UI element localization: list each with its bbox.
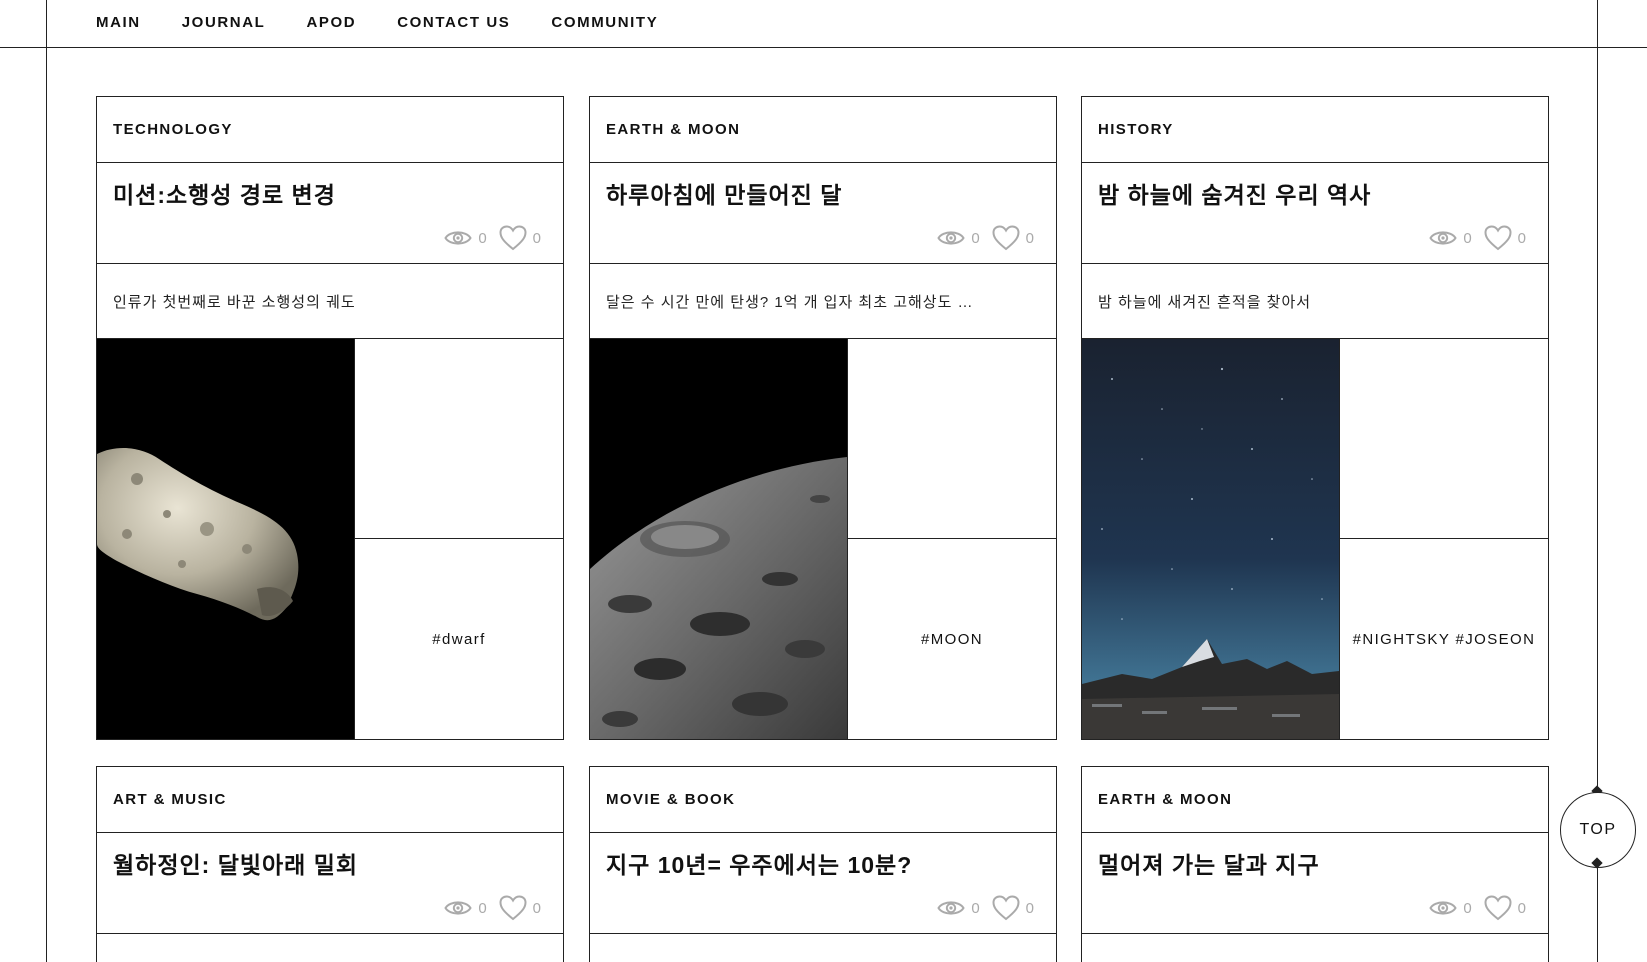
heart-icon[interactable] xyxy=(1484,895,1512,921)
card-category: EARTH & MOON xyxy=(590,97,1056,163)
card-category: HISTORY xyxy=(1082,97,1548,163)
like-count: 0 xyxy=(532,229,541,247)
card-side-panel: #dwarf xyxy=(354,339,563,739)
heart-icon[interactable] xyxy=(499,225,527,251)
like-count: 0 xyxy=(532,899,541,917)
card-media: #NIGHTSKY #JOSEON xyxy=(1082,339,1548,739)
article-card[interactable]: TECHNOLOGY 미션:소행성 경로 변경 0 0 인류가 첫번째로 바꾼 … xyxy=(96,96,564,740)
card-title-box: 밤 하늘에 숨겨진 우리 역사 0 0 xyxy=(1082,163,1548,264)
article-card[interactable]: HISTORY 밤 하늘에 숨겨진 우리 역사 0 0 밤 하늘에 새겨진 흔적… xyxy=(1081,96,1549,740)
card-side-panel: #MOON xyxy=(847,339,1056,739)
card-tag[interactable]: #MOON xyxy=(848,539,1056,739)
card-title-box: 지구 10년= 우주에서는 10분? 0 0 xyxy=(590,833,1056,934)
asteroid-image[interactable] xyxy=(97,339,354,739)
heart-icon[interactable] xyxy=(1484,225,1512,251)
card-stats: 0 0 xyxy=(937,225,1040,251)
view-count: 0 xyxy=(478,899,487,917)
card-stats: 0 0 xyxy=(1429,895,1532,921)
card-description: 밤 하늘에 새겨진 흔적을 찾아서 xyxy=(1082,264,1548,339)
view-count: 0 xyxy=(1463,229,1472,247)
view-count: 0 xyxy=(971,899,980,917)
article-card[interactable]: MOVIE & BOOK 지구 10년= 우주에서는 10분? 0 0 xyxy=(589,766,1057,962)
view-count: 0 xyxy=(1463,899,1472,917)
nav-journal[interactable]: JOURNAL xyxy=(182,14,266,31)
card-title-box: 멀어져 가는 달과 지구 0 0 xyxy=(1082,833,1548,934)
top-nav-bar: MAIN JOURNAL APOD CONTACT US COMMUNITY xyxy=(0,0,1647,48)
card-title-box: 미션:소행성 경로 변경 0 0 xyxy=(97,163,563,264)
heart-icon[interactable] xyxy=(992,895,1020,921)
view-count: 0 xyxy=(971,229,980,247)
card-side-panel: #NIGHTSKY #JOSEON xyxy=(1339,339,1548,739)
eye-icon xyxy=(1429,228,1457,248)
heart-icon[interactable] xyxy=(992,225,1020,251)
card-category: MOVIE & BOOK xyxy=(590,767,1056,833)
eye-icon xyxy=(937,228,965,248)
card-description: 달은 수 시간 만에 탄생? 1억 개 입자 최초 고해상도 … xyxy=(590,264,1056,339)
article-card[interactable]: EARTH & MOON 멀어져 가는 달과 지구 0 0 xyxy=(1081,766,1549,962)
nav-apod[interactable]: APOD xyxy=(306,14,356,31)
card-stats: 0 0 xyxy=(444,225,547,251)
card-description: 인류가 첫번째로 바꾼 소행성의 궤도 xyxy=(97,264,563,339)
view-count: 0 xyxy=(478,229,487,247)
card-tag[interactable]: #dwarf xyxy=(355,539,563,739)
left-frame-line xyxy=(46,0,47,962)
card-category: ART & MUSIC xyxy=(97,767,563,833)
like-count: 0 xyxy=(1025,229,1034,247)
heart-icon[interactable] xyxy=(499,895,527,921)
like-count: 0 xyxy=(1517,899,1526,917)
card-media: #MOON xyxy=(590,339,1056,739)
card-media: #dwarf xyxy=(97,339,563,739)
like-count: 0 xyxy=(1025,899,1034,917)
nav-community[interactable]: COMMUNITY xyxy=(551,14,658,31)
nav-contact-us[interactable]: CONTACT US xyxy=(397,14,510,31)
card-title[interactable]: 월하정인: 달빛아래 밀회 xyxy=(113,846,563,880)
scroll-top-button[interactable]: TOP xyxy=(1560,792,1636,868)
nav-main[interactable]: MAIN xyxy=(96,14,141,31)
eye-icon xyxy=(444,898,472,918)
card-title[interactable]: 멀어져 가는 달과 지구 xyxy=(1098,846,1548,880)
card-title-box: 하루아침에 만들어진 달 0 0 xyxy=(590,163,1056,264)
card-title[interactable]: 미션:소행성 경로 변경 xyxy=(113,176,563,210)
eye-icon xyxy=(444,228,472,248)
card-title[interactable]: 지구 10년= 우주에서는 10분? xyxy=(606,846,1056,880)
eye-icon xyxy=(937,898,965,918)
card-title[interactable]: 하루아침에 만들어진 달 xyxy=(606,176,1056,210)
card-title-box: 월하정인: 달빛아래 밀회 0 0 xyxy=(97,833,563,934)
moon-surface-image[interactable] xyxy=(590,339,847,739)
article-card[interactable]: EARTH & MOON 하루아침에 만들어진 달 0 0 달은 수 시간 만에… xyxy=(589,96,1057,740)
card-category: TECHNOLOGY xyxy=(97,97,563,163)
card-title[interactable]: 밤 하늘에 숨겨진 우리 역사 xyxy=(1098,176,1548,210)
card-tag[interactable]: #NIGHTSKY #JOSEON xyxy=(1340,539,1548,739)
night-sky-image[interactable] xyxy=(1082,339,1339,739)
card-stats: 0 0 xyxy=(937,895,1040,921)
card-category: EARTH & MOON xyxy=(1082,767,1548,833)
main-nav: MAIN JOURNAL APOD CONTACT US COMMUNITY xyxy=(96,0,658,44)
like-count: 0 xyxy=(1517,229,1526,247)
card-stats: 0 0 xyxy=(444,895,547,921)
eye-icon xyxy=(1429,898,1457,918)
card-stats: 0 0 xyxy=(1429,225,1532,251)
article-card[interactable]: ART & MUSIC 월하정인: 달빛아래 밀회 0 0 xyxy=(96,766,564,962)
